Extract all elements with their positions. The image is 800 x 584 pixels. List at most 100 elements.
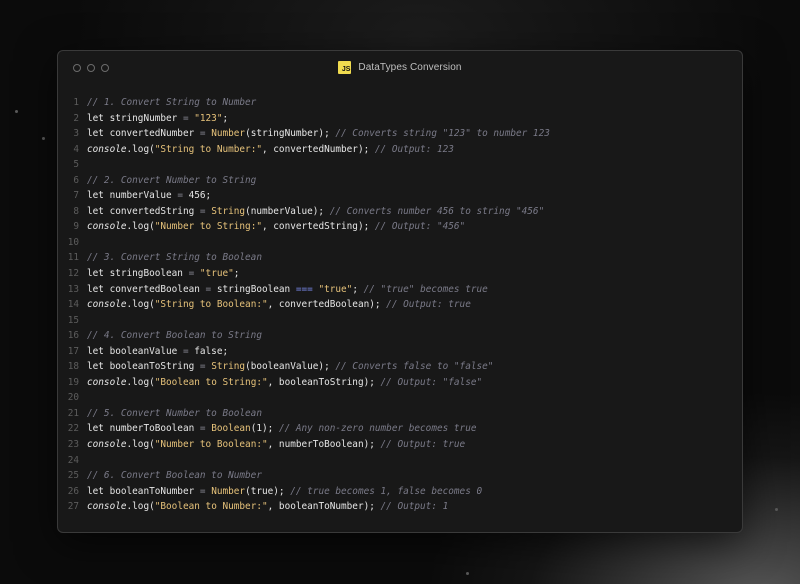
code-line: 20 [58,390,550,406]
code-token-comment: // 1. Convert String to Number [87,97,257,108]
code-token-punc: , booleanToString); [267,376,381,388]
background-dot [42,137,45,140]
line-number: 15 [67,314,79,326]
code-token-string: "Boolean to Number:" [154,501,268,513]
code-token-ident: numberValue [109,190,178,202]
code-token-string: "String to Number:" [154,143,262,155]
line-number: 16 [67,330,79,342]
code-token-console: console [87,439,127,451]
code-token-console: console [87,143,127,155]
code-token-console: console [87,501,127,513]
background-dot [15,110,18,113]
code-token-punc: ; [352,283,364,295]
code-token-punc: , numberToBoolean); [267,439,381,451]
code-token-keyword: let [87,128,110,140]
line-number: 3 [73,128,79,140]
code-line: 10 [58,235,550,251]
line-number: 2 [73,112,79,124]
background-dot [775,508,778,511]
code-token-comment: // Output: true [380,439,466,451]
window-title: DataTypes Conversion [358,62,462,73]
code-line: 23 console.log("Number to Boolean:", numb… [58,437,550,453]
line-number: 5 [73,159,79,171]
code-token-func: Number [211,485,246,497]
code-token-console: console [87,376,127,388]
line-number: 14 [67,299,79,311]
code-token-op: = [205,283,217,295]
code-token-op: = [199,128,212,140]
code-line: 8 let convertedString = String(numberValu… [58,204,550,220]
javascript-file-icon: JS [338,61,352,74]
code-token-string: "true" [318,283,353,295]
code-token-eqeq: === [295,283,313,295]
code-line: 4 console.log("String to Number:", conver… [58,142,550,158]
code-token-string: "Number to String:" [154,221,262,233]
code-token-punc: ; [222,112,229,124]
code-token-ident: booleanValue [109,345,183,357]
code-line: 15 [58,313,550,329]
line-code: let booleanToNumber = Number(true); // t… [87,484,482,500]
code-token-ident: booleanToString [109,361,200,373]
code-token-punc: (numberValue); [245,205,330,217]
code-token-comment: // Output: "456" [374,221,466,233]
code-token-comment: // true becomes 1, false becomes 0 [290,485,483,497]
line-number: 13 [67,283,79,295]
code-token-keyword: let [87,283,110,295]
code-token-ident: convertedBoolean [109,283,206,295]
code-line: 5 [58,157,550,173]
code-token-punc: .log( [126,299,155,311]
line-code: console.log("String to Boolean:", conver… [87,297,471,313]
code-token-keyword: let [87,423,110,435]
code-token-func: String [211,361,246,373]
line-code: // 3. Convert String to Boolean [87,250,262,266]
line-code: let stringBoolean = "true"; [87,266,239,282]
code-token-keyword: let [87,268,110,280]
code-line: 25 // 6. Convert Boolean to Number [58,468,550,484]
code-token-comment: // Output: "false" [380,376,483,388]
code-line: 26 let booleanToNumber = Number(true); //… [58,484,550,500]
code-token-op: = [199,485,212,497]
code-line: 19 console.log("Boolean to String:", bool… [58,375,550,391]
code-token-punc: .log( [126,501,155,513]
code-token-punc: , convertedString); [262,221,375,233]
line-number: 6 [73,174,79,186]
line-code: // 4. Convert Boolean to String [87,328,262,344]
line-code: console.log("Boolean to String:", boolea… [87,375,482,391]
line-number: 19 [67,376,79,388]
code-token-keyword: let [87,205,110,217]
code-line: 6 // 2. Convert Number to String [58,173,550,189]
code-token-func: String [211,205,246,217]
code-line: 24 [58,453,550,469]
code-token-comment: // Converts number 456 to string "456" [329,205,545,217]
line-code: // 2. Convert Number to String [87,173,256,189]
line-number: 1 [73,97,79,108]
code-token-keyword: let [87,190,110,202]
code-token-ident: convertedNumber [109,128,200,140]
line-number: 4 [73,143,79,155]
code-token-punc: ; [233,268,240,280]
code-token-comment: // Converts string "123" to number 123 [335,128,550,140]
code-editor[interactable]: 1 // 1. Convert String to Number 2 let stri… [58,95,550,515]
line-number: 7 [73,190,79,202]
code-token-op: = [199,361,212,373]
line-number: 8 [73,205,79,217]
background-dot [466,572,469,575]
code-token-ident: stringNumber [109,112,183,124]
line-number: 20 [67,392,79,404]
line-code: // 1. Convert String to Number [87,95,256,111]
code-token-op: = [199,423,212,435]
code-token-punc: , convertedBoolean); [267,299,387,311]
code-token-comment: // 4. Convert Boolean to String [87,330,262,342]
code-token-punc: .log( [126,439,155,451]
code-token-keyword: let [87,345,110,357]
code-token-punc: , booleanToNumber); [267,501,381,513]
line-code: let numberToBoolean = Boolean(1); // Any… [87,421,477,437]
code-token-punc: (true); [245,485,291,497]
line-code: let convertedString = String(numberValue… [87,204,544,220]
line-number: 22 [67,423,79,435]
line-number: 21 [67,407,79,419]
code-line: 17 let booleanValue = false; [58,344,550,360]
line-number: 26 [67,485,79,497]
code-line: 12 let stringBoolean = "true"; [58,266,550,282]
line-number: 18 [67,361,79,373]
